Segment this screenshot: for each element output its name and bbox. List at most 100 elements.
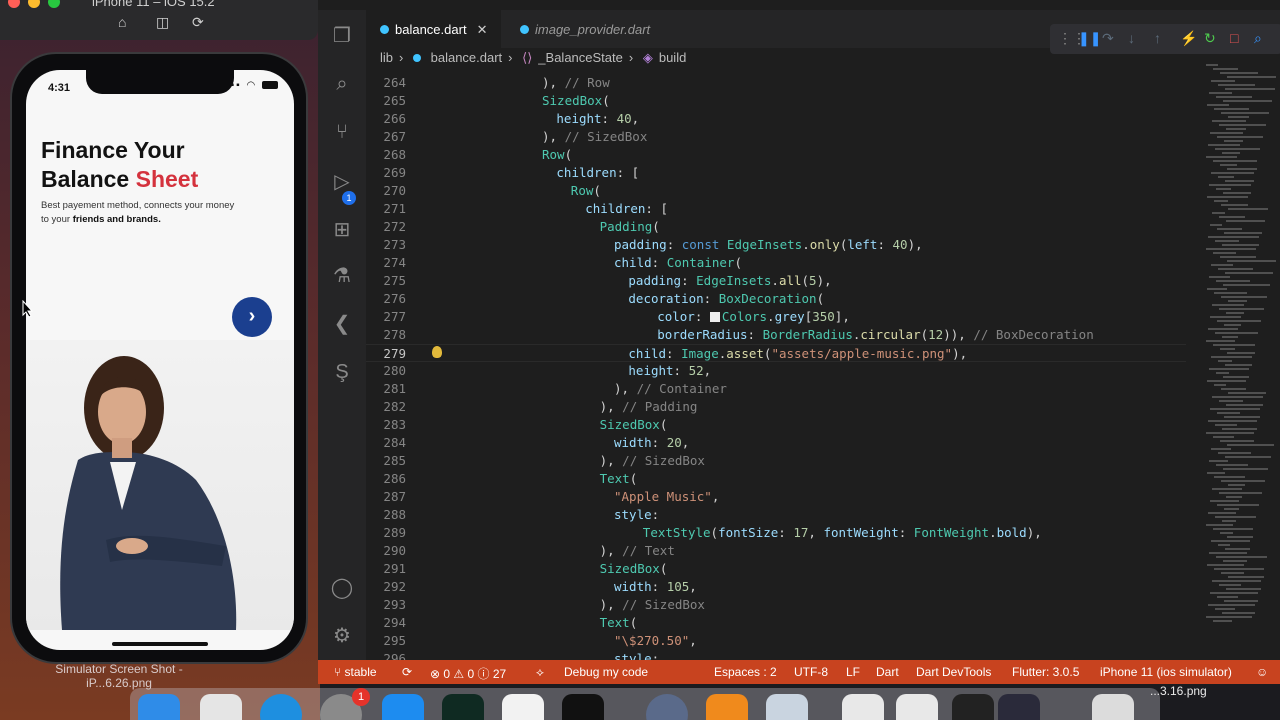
code-line[interactable]: 294 Text(: [366, 614, 1186, 632]
zoom-window-button[interactable]: [48, 0, 60, 8]
breadcrumb-class[interactable]: _BalanceState: [538, 50, 623, 65]
launchpad-icon[interactable]: [200, 694, 242, 720]
code-line[interactable]: 281), // Container: [366, 380, 1186, 398]
line-ending[interactable]: LF: [846, 665, 860, 679]
finder-icon[interactable]: [138, 694, 180, 720]
inspect-widget-icon[interactable]: ⌕: [1254, 30, 1262, 47]
code-line[interactable]: 266 height: 40,: [366, 110, 1186, 128]
minimap-row: [1209, 460, 1228, 462]
extensions-icon[interactable]: ⊞: [330, 218, 354, 242]
tab-image-provider-dart[interactable]: image_provider.dart: [506, 10, 664, 48]
window-thumbnail-1[interactable]: [842, 694, 884, 720]
language-mode[interactable]: Dart: [876, 665, 899, 679]
code-editor[interactable]: 264), // Row 265 SizedBox(266 height: 40, 26…: [366, 74, 1186, 660]
dart-devtools[interactable]: Dart DevTools: [916, 665, 991, 679]
stop-icon[interactable]: □: [1230, 30, 1238, 46]
code-line[interactable]: 275 padding: EdgeInsets.all(5),: [366, 272, 1186, 290]
home-icon[interactable]: ⌂: [118, 14, 126, 30]
code-line[interactable]: 268 Row(: [366, 146, 1186, 164]
account-icon[interactable]: ◯: [330, 576, 354, 600]
encoding[interactable]: UTF-8: [794, 665, 828, 679]
code-line[interactable]: 288 style:: [366, 506, 1186, 524]
code-line[interactable]: 277 color: Colors.grey[350],: [366, 308, 1186, 326]
breadcrumb-file[interactable]: balance.dart: [431, 50, 503, 65]
debug-config[interactable]: Debug my code: [564, 665, 648, 679]
code-line[interactable]: 293), // SizedBox: [366, 596, 1186, 614]
code-line[interactable]: 265 SizedBox(: [366, 92, 1186, 110]
code-line[interactable]: 296 style:: [366, 650, 1186, 660]
flutter-version[interactable]: Flutter: 3.0.5: [1012, 665, 1079, 679]
code-line[interactable]: 284 width: 20,: [366, 434, 1186, 452]
device-selector[interactable]: iPhone 11 (ios simulator): [1100, 665, 1232, 679]
close-tab-icon[interactable]: ✕: [477, 22, 488, 37]
sync-icon[interactable]: ⟳: [402, 665, 412, 679]
safari-icon[interactable]: [260, 694, 302, 720]
minimap[interactable]: [1186, 64, 1280, 660]
vscode-dock-icon[interactable]: [502, 694, 544, 720]
restart-icon[interactable]: ↻: [1204, 30, 1216, 47]
settings-gear-icon[interactable]: ⚙: [330, 624, 354, 648]
code-line[interactable]: 291 SizedBox(: [366, 560, 1186, 578]
code-line[interactable]: 267), // SizedBox: [366, 128, 1186, 146]
home-indicator[interactable]: [112, 642, 208, 646]
search-icon[interactable]: ⌕: [330, 72, 354, 96]
testing-icon[interactable]: ⚗: [330, 264, 354, 288]
problems-item[interactable]: ⊗ 0 ⚠ 0 ⓘ 27: [430, 665, 506, 682]
window-thumbnail-4[interactable]: [998, 694, 1040, 720]
tab-balance-dart[interactable]: balance.dart ✕: [366, 10, 502, 48]
app-icon[interactable]: [442, 694, 484, 720]
code-text: TextStyle(fontSize: 17, fontWeight: Font…: [642, 525, 1042, 540]
browser-icon[interactable]: [646, 694, 688, 720]
code-line[interactable]: 287 "Apple Music",: [366, 488, 1186, 506]
flutter-icon[interactable]: ❮: [330, 312, 354, 336]
screenshot-icon[interactable]: ◫: [156, 14, 169, 31]
next-button[interactable]: ›: [232, 297, 272, 337]
rotate-icon[interactable]: ⟳: [192, 14, 204, 31]
minimize-window-button[interactable]: [28, 0, 40, 8]
code-line[interactable]: 271 children: [: [366, 200, 1186, 218]
source-control-icon[interactable]: ⑂: [330, 120, 354, 144]
code-line[interactable]: 286 Text(: [366, 470, 1186, 488]
snippets-icon[interactable]: Ş: [330, 360, 354, 384]
trash-icon[interactable]: [1092, 694, 1134, 720]
code-line[interactable]: 270 Row(: [366, 182, 1186, 200]
step-out-icon[interactable]: ↑: [1154, 30, 1161, 46]
code-line[interactable]: 292 width: 105,: [366, 578, 1186, 596]
code-line[interactable]: 285), // SizedBox: [366, 452, 1186, 470]
indentation[interactable]: Espaces : 2: [714, 665, 777, 679]
code-line[interactable]: 283 SizedBox(: [366, 416, 1186, 434]
code-line[interactable]: 279 child: Image.asset("assets/apple-musi…: [366, 344, 1186, 362]
code-line[interactable]: 282), // Padding: [366, 398, 1186, 416]
breadcrumb-lib[interactable]: lib: [380, 50, 393, 65]
code-line[interactable]: 290), // Text: [366, 542, 1186, 560]
step-into-icon[interactable]: ↓: [1128, 30, 1135, 46]
code-line[interactable]: 273 padding: const EdgeInsets.only(left: …: [366, 236, 1186, 254]
close-window-button[interactable]: [8, 0, 20, 8]
code-line[interactable]: 264), // Row: [366, 74, 1186, 92]
minimap-row: [1215, 240, 1239, 242]
terminal-icon[interactable]: [562, 694, 604, 720]
breadcrumb-method[interactable]: build: [659, 50, 686, 65]
code-line[interactable]: 278 borderRadius: BorderRadius.circular(1…: [366, 326, 1186, 344]
hot-reload-icon[interactable]: ⚡: [1180, 30, 1197, 47]
vlc-icon[interactable]: [706, 694, 748, 720]
code-line[interactable]: 276 decoration: BoxDecoration(: [366, 290, 1186, 308]
code-line[interactable]: 274 child: Container(: [366, 254, 1186, 272]
code-line[interactable]: 289 TextStyle(fontSize: 17, fontWeight: F…: [366, 524, 1186, 542]
feedback-icon[interactable]: ☺: [1256, 665, 1268, 679]
pause-icon[interactable]: ❚❚: [1078, 30, 1101, 47]
debug-run-icon[interactable]: ⟡: [536, 665, 544, 680]
step-over-icon[interactable]: ↷: [1102, 30, 1114, 47]
code-line[interactable]: 280 height: 52,: [366, 362, 1186, 380]
code-line[interactable]: 272 Padding(: [366, 218, 1186, 236]
window-thumbnail-2[interactable]: [896, 694, 938, 720]
code-line[interactable]: 269 children: [: [366, 164, 1186, 182]
lightbulb-icon[interactable]: [432, 346, 442, 358]
explorer-icon[interactable]: ❐: [330, 24, 354, 48]
desktop-file-label[interactable]: Simulator Screen Shot - iP...6.26.png: [44, 662, 194, 690]
code-line[interactable]: 295 "\$270.50",: [366, 632, 1186, 650]
xcode-icon[interactable]: [382, 694, 424, 720]
window-thumbnail-3[interactable]: [952, 694, 994, 720]
preview-icon[interactable]: [766, 694, 808, 720]
branch-item[interactable]: ⑂ stable: [334, 665, 377, 679]
